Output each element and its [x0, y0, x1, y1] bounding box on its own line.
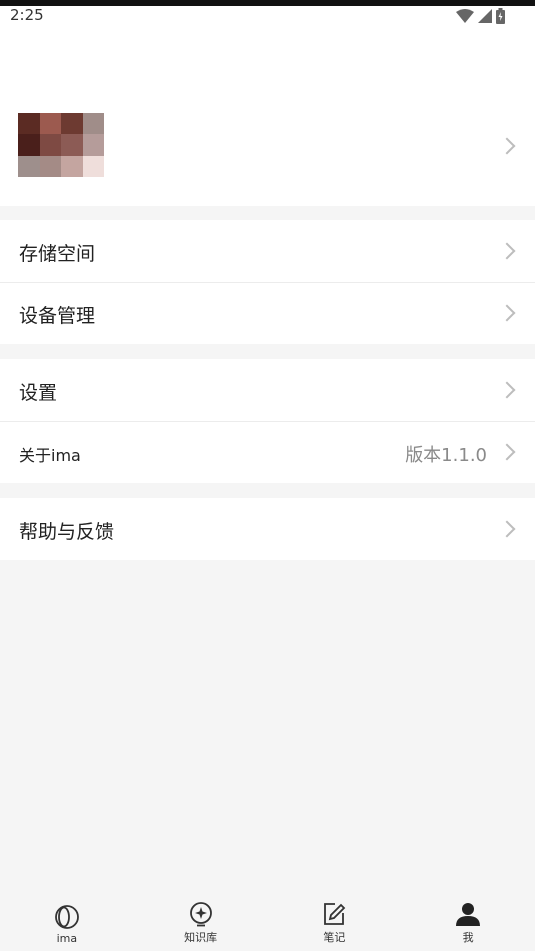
tab-knowledge-base[interactable]: 知识库 — [134, 895, 268, 951]
tab-label: 知识库 — [184, 931, 218, 944]
avatar-pixel — [39, 134, 61, 156]
menu-item-label: 存储空间 — [19, 243, 96, 265]
menu-item-help-feedback[interactable]: 帮助与反馈 — [0, 498, 535, 560]
avatar-pixel — [82, 134, 104, 156]
menu-item-label: 设置 — [19, 382, 58, 404]
avatar-pixel — [39, 113, 61, 135]
menu-item-label: 帮助与反馈 — [19, 521, 115, 543]
avatar-pixel — [82, 113, 104, 135]
profile-card[interactable] — [0, 26, 535, 206]
tab-me[interactable]: 我 — [401, 895, 535, 951]
avatar-pixel — [39, 155, 61, 177]
tab-label: ima — [56, 932, 78, 945]
status-bar: 2:25 — [0, 6, 535, 26]
menu-group-settings: 设置 关于ima 版本1.1.0 — [0, 359, 535, 483]
avatar-pixel — [61, 155, 83, 177]
tab-label: 我 — [462, 931, 474, 944]
menu-item-device-management[interactable]: 设备管理 — [0, 282, 535, 344]
chevron-right-icon — [498, 304, 516, 322]
avatar[interactable] — [18, 113, 104, 177]
version-text: 版本1.1.0 — [405, 445, 487, 466]
chevron-right-icon — [498, 137, 516, 155]
menu-group-storage: 存储空间 设备管理 — [0, 220, 535, 344]
wifi-icon — [456, 9, 474, 23]
avatar-pixel — [82, 155, 104, 177]
menu-item-settings[interactable]: 设置 — [0, 359, 535, 421]
note-icon — [320, 900, 348, 928]
avatar-pixel — [18, 155, 40, 177]
avatar-pixel — [18, 113, 40, 135]
avatar-pixel — [61, 134, 83, 156]
tab-ima[interactable]: ima — [0, 895, 134, 951]
bottom-tab-bar: ima 知识库 笔记 我 — [0, 895, 535, 951]
chevron-right-icon — [498, 381, 516, 399]
chevron-right-icon — [498, 242, 516, 260]
menu-item-about[interactable]: 关于ima 版本1.1.0 — [0, 421, 535, 483]
tab-notes[interactable]: 笔记 — [268, 895, 402, 951]
ima-icon — [53, 903, 81, 931]
status-icons — [456, 8, 505, 24]
chevron-right-icon — [498, 443, 516, 461]
menu-item-label: 关于ima — [19, 446, 81, 465]
knowledge-base-icon — [187, 900, 215, 928]
avatar-pixel — [61, 113, 83, 135]
menu-item-storage[interactable]: 存储空间 — [0, 220, 535, 282]
status-time: 2:25 — [10, 6, 44, 24]
menu-item-label: 设备管理 — [19, 305, 96, 327]
battery-icon — [496, 8, 505, 24]
profile-icon — [454, 900, 482, 928]
chevron-right-icon — [498, 520, 516, 538]
avatar-pixel — [18, 134, 40, 156]
signal-icon — [478, 9, 492, 23]
menu-group-help: 帮助与反馈 — [0, 498, 535, 560]
tab-label: 笔记 — [323, 931, 346, 944]
